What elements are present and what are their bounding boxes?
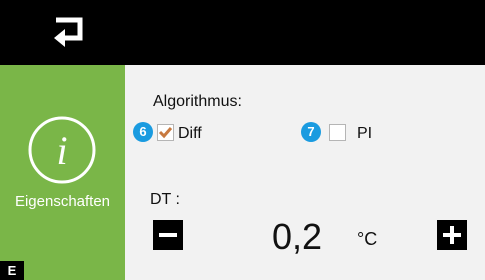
plus-icon: [443, 226, 461, 244]
back-arrow-icon[interactable]: [50, 16, 86, 50]
dt-unit: °C: [357, 229, 378, 249]
sidebar-properties[interactable]: i Eigenschaften E: [0, 65, 125, 280]
svg-text:i: i: [56, 128, 67, 173]
increment-button[interactable]: [437, 220, 467, 250]
dt-label: DT :: [150, 191, 180, 208]
diff-label: Diff: [178, 125, 202, 142]
pi-label: PI: [357, 125, 373, 142]
sidebar-label: Eigenschaften: [14, 193, 111, 210]
algorithm-label: Algorithmus:: [153, 93, 242, 110]
diff-checkbox[interactable]: [157, 124, 174, 141]
top-bar: [0, 0, 485, 65]
info-icon: i: [28, 116, 96, 184]
checkmark-icon: [158, 127, 173, 139]
option-marker-7: 7: [301, 122, 321, 142]
dt-value: 0,2: [272, 216, 323, 257]
option-marker-6: 6: [133, 122, 153, 142]
decrement-button[interactable]: [153, 220, 183, 250]
pi-checkbox[interactable]: [329, 124, 346, 141]
section-badge: E: [0, 261, 24, 280]
minus-icon: [159, 233, 177, 237]
